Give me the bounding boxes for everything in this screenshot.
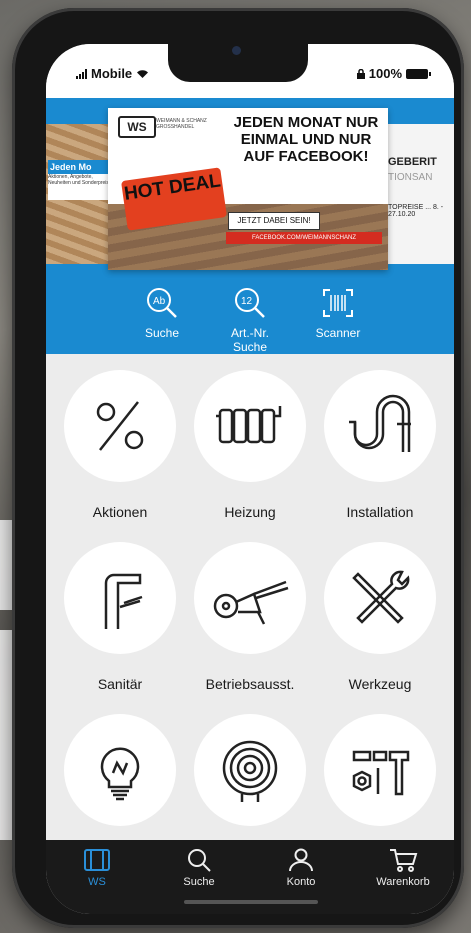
banner-right-small: TOPREISE ... 8. - 27.10.20 <box>388 204 444 218</box>
category-label: Sanitär <box>97 676 143 692</box>
wheelbarrow-icon <box>213 580 289 625</box>
category-sanitaer[interactable]: Sanitär <box>60 542 180 692</box>
category-aktionen[interactable]: Aktionen <box>60 370 180 520</box>
promo-banner[interactable]: Jeden Mo Aktionen, Angebote, Neuheiten un… <box>46 98 454 278</box>
ws-tab-icon <box>84 849 110 871</box>
ad-headline: JEDEN MONAT NUR EINMAL UND NUR AUF FACEB… <box>233 114 379 165</box>
quick-action-article-search[interactable]: 12 Art.-Nr. Suche <box>215 278 285 354</box>
banner-left-slide: Jeden Mo Aktionen, Angebote, Neuheiten un… <box>46 124 116 264</box>
category-label: Heizung <box>224 504 276 520</box>
category-befestigung[interactable] <box>320 714 440 848</box>
carrier-label: Mobile <box>91 66 133 81</box>
banner-left-small: Aktionen, Angebote, Neuheiten und Sonder… <box>48 174 112 186</box>
tab-warenkorb[interactable]: Warenkorb <box>358 840 448 914</box>
battery-icon <box>406 68 431 79</box>
quick-action-search[interactable]: Ab Suche <box>127 278 197 354</box>
quick-action-scanner-label: Scanner <box>315 326 361 340</box>
quick-action-search-label: Suche <box>144 326 180 340</box>
facebook-ad-card[interactable]: WS WEIMANN & SCHANZ GROSSHANDEL JEDEN MO… <box>108 108 388 270</box>
tab-ws[interactable]: WS <box>52 840 142 914</box>
banner-left-title: Jeden Mo <box>48 160 114 174</box>
cta-label: JETZT DABEI SEIN! <box>228 212 320 230</box>
search-icon <box>188 849 211 872</box>
category-elektro[interactable] <box>60 714 180 848</box>
category-heizspirale[interactable] <box>190 714 310 848</box>
svg-text:Ab: Ab <box>153 296 166 307</box>
lock-icon <box>356 68 365 79</box>
notch <box>168 42 308 82</box>
tab-suche-label: Suche <box>183 876 215 888</box>
category-label: Aktionen <box>92 504 148 520</box>
number-search-icon: 12 <box>235 288 265 318</box>
category-grid: Aktionen Heizung Installation Sanitär Be… <box>46 354 454 844</box>
quick-action-scanner[interactable]: Scanner <box>303 278 373 354</box>
ws-logo: WS <box>118 116 156 138</box>
category-installation[interactable]: Installation <box>320 370 440 520</box>
banner-right-sub: TIONSAN <box>388 172 433 183</box>
tab-ws-label: WS <box>88 876 106 888</box>
faucet-icon <box>104 573 143 629</box>
category-label: Werkzeug <box>348 676 412 692</box>
app-screen: Mobile 100% Jeden Mo Aktionen, Angebote, … <box>46 44 454 914</box>
text-search-icon: Ab <box>147 288 177 318</box>
category-label: Installation <box>346 504 414 520</box>
phone-frame: Mobile 100% Jeden Mo Aktionen, Angebote, … <box>12 8 464 928</box>
quick-actions-bar: Ab Suche 12 Art.-Nr. Suche Scanner <box>46 278 454 354</box>
lightbulb-icon <box>100 747 140 801</box>
cart-icon <box>390 849 418 872</box>
home-indicator[interactable] <box>184 900 318 904</box>
category-label: Betriebsausst. <box>205 676 295 692</box>
signal-icon <box>76 68 87 79</box>
pipe-icon <box>349 394 411 452</box>
barcode-scanner-icon <box>323 289 353 317</box>
category-betriebsausst[interactable]: Betriebsausst. <box>190 542 310 692</box>
tab-warenkorb-label: Warenkorb <box>376 876 430 888</box>
facebook-url-label: FACEBOOK.COM/WEIMANNSCHANZ <box>226 232 382 244</box>
category-werkzeug[interactable]: Werkzeug <box>320 542 440 692</box>
battery-label: 100% <box>368 66 402 81</box>
banner-right-slide: GEBERIT TIONSAN TOPREISE ... 8. - 27.10.… <box>384 124 454 264</box>
wifi-icon <box>137 69 149 78</box>
logo-text: WEIMANN & SCHANZ GROSSHANDEL <box>156 118 207 130</box>
tools-icon <box>352 570 410 624</box>
banner-right-title: GEBERIT <box>388 156 437 168</box>
radiator-icon <box>216 406 282 444</box>
user-icon <box>289 848 313 872</box>
svg-text:12: 12 <box>241 296 253 307</box>
percent-icon <box>96 401 144 451</box>
category-heizung[interactable]: Heizung <box>190 370 310 520</box>
coil-icon <box>222 740 278 802</box>
quick-action-article-search-label: Art.-Nr. Suche <box>231 326 269 354</box>
fasteners-icon <box>352 750 410 796</box>
tab-konto-label: Konto <box>286 876 316 888</box>
camera <box>232 46 241 55</box>
